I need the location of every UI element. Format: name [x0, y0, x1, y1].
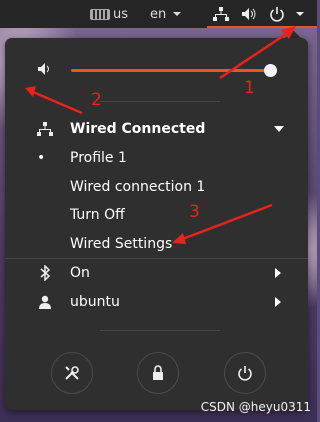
annotation-arrows — [25, 26, 296, 244]
annotation-number-2: 2 — [91, 90, 102, 110]
watermark: CSDN @heyu0311 — [200, 400, 311, 414]
annotation-number-3: 3 — [189, 202, 200, 222]
annotation-number-1: 1 — [244, 78, 255, 98]
